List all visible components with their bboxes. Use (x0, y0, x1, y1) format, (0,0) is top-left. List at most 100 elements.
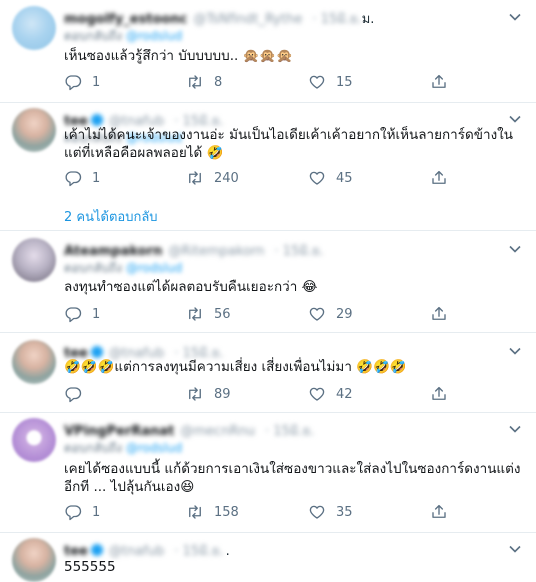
tweet-actions: 1 8 15 (64, 72, 454, 92)
reply-count: 1 (92, 504, 101, 520)
retweet-icon (189, 505, 201, 519)
retweet-button[interactable]: 89 (186, 384, 231, 404)
retweet-count: 240 (214, 170, 239, 186)
heart-icon (309, 387, 325, 401)
reply-button[interactable]: 1 (64, 72, 100, 92)
author-handle[interactable]: @Ritempakorn (168, 244, 264, 259)
tweet-time[interactable]: · 15มิ.ย. (174, 544, 223, 559)
tweet[interactable]: mogolfy_estoonc @TsNfindt_Rythe · 15มิ.ย.… (0, 0, 536, 103)
retweet-icon (189, 307, 201, 321)
reply-button[interactable]: 1 (64, 502, 100, 522)
retweet-button[interactable]: 240 (186, 168, 239, 188)
share-icon (432, 386, 446, 400)
like-count: 29 (336, 306, 353, 322)
retweet-count: 158 (214, 504, 239, 520)
retweet-count: 8 (214, 74, 223, 90)
tweet[interactable]: Ateampakorn @Ritempakorn · 15มิ.ย. ตอบกลั… (0, 230, 536, 333)
avatar[interactable] (12, 538, 56, 582)
chevron-down-icon[interactable] (508, 242, 522, 256)
reply-icon (65, 505, 82, 521)
like-count: 35 (336, 504, 353, 520)
tweet-header: tee @tnafub · 15มิ.ย.. (64, 544, 230, 559)
retweet-count: 56 (214, 306, 231, 322)
like-button[interactable]: 15 (308, 72, 353, 92)
chevron-down-icon[interactable] (508, 112, 522, 126)
tweet[interactable]: tee @tnafub · 15มิ.ย. 🤣🤣🤣แต่การลงทุนมีควา… (0, 332, 536, 413)
like-count: 15 (336, 74, 353, 90)
tweet-header: VPingPerRanat @mecnRnu · 15มิ.ย. (64, 420, 314, 439)
tweet-time[interactable]: · 15มิ.ย. (312, 12, 361, 27)
tweet[interactable]: VPingPerRanat @mecnRnu · 15มิ.ย. ตอบกลับถ… (0, 412, 536, 533)
share-icon (432, 74, 446, 88)
author-name[interactable]: tee (64, 544, 88, 559)
tweet-text: ลงทุนทำซองแต่ได้ผลตอบรับคืนเยอะกว่า 😂 (64, 279, 318, 295)
reply-count: 1 (92, 170, 101, 186)
author-handle[interactable]: @mecnRnu (180, 424, 255, 439)
share-button[interactable] (430, 502, 448, 522)
chevron-down-icon[interactable] (508, 542, 522, 556)
reply-count: 1 (92, 74, 101, 90)
heart-icon (309, 171, 325, 185)
avatar[interactable] (12, 6, 56, 50)
tweet-header: Ateampakorn @Ritempakorn · 15มิ.ย. (64, 240, 324, 259)
share-icon (432, 504, 446, 518)
chevron-down-icon[interactable] (508, 422, 522, 436)
reply-button[interactable] (64, 384, 92, 404)
reply-context: ตอบกลับถึง @rodslud (64, 261, 183, 275)
tweet[interactable]: tee @tnafub · 15มิ.ย. ตอบกลับถึง @rodslud… (0, 102, 536, 231)
tweet-text: เห็นซองแล้วรู้สึกว่า บับบบบบ.. 🙊🙊🙊 (64, 48, 293, 64)
like-button[interactable]: 35 (308, 502, 353, 522)
heart-icon (309, 307, 325, 321)
heart-icon (309, 505, 325, 519)
tweet-time[interactable]: · 15มิ.ย. (275, 244, 324, 259)
share-button[interactable] (430, 304, 448, 324)
retweet-icon (189, 171, 201, 185)
author-handle[interactable]: @TsNfindt_Rythe (193, 12, 302, 27)
tweet-time-suffix: ม. (361, 12, 375, 27)
reply-button[interactable]: 1 (64, 304, 100, 324)
mention-link[interactable]: @rodslud (126, 29, 182, 43)
share-icon (432, 170, 446, 184)
tweet-text: 🤣🤣🤣แต่การลงทุนมีความเสี่ยง เสี่ยงเพื่อนไ… (64, 359, 407, 375)
reply-icon (65, 171, 82, 187)
retweet-button[interactable]: 8 (186, 72, 222, 92)
like-count: 42 (336, 386, 353, 402)
retweet-button[interactable]: 56 (186, 304, 231, 324)
reply-count: 1 (92, 306, 101, 322)
avatar[interactable] (12, 108, 56, 152)
tweet-time[interactable]: · 15มิ.ย. (265, 424, 314, 439)
like-button[interactable]: 45 (308, 168, 353, 188)
tweet[interactable]: tee @tnafub · 15มิ.ย.. 555555 (0, 532, 536, 582)
show-replies-link[interactable]: 2 คนได้ตอบกลับ (64, 206, 158, 227)
avatar[interactable] (12, 418, 56, 462)
reply-icon (65, 75, 82, 91)
like-count: 45 (336, 170, 353, 186)
reply-context: ตอบกลับถึง @rodslud (64, 29, 183, 43)
tweet-actions: 1 240 45 (64, 168, 454, 188)
share-icon (432, 306, 446, 320)
share-button[interactable] (430, 384, 448, 404)
author-handle[interactable]: @tnafub (109, 544, 164, 559)
author-name[interactable]: VPingPerRanat (64, 424, 174, 439)
tweet-actions: 89 42 (64, 384, 454, 404)
author-name[interactable]: Ateampakorn (64, 244, 162, 259)
retweet-button[interactable]: 158 (186, 502, 239, 522)
avatar[interactable] (12, 340, 56, 384)
like-button[interactable]: 29 (308, 304, 353, 324)
avatar[interactable] (12, 238, 56, 282)
verified-badge-icon (90, 544, 103, 556)
reply-button[interactable]: 1 (64, 168, 100, 188)
retweet-count: 89 (214, 386, 231, 402)
share-button[interactable] (430, 168, 448, 188)
retweet-icon (189, 387, 201, 401)
retweet-icon (189, 75, 201, 89)
share-button[interactable] (430, 72, 448, 92)
author-name[interactable]: mogolfy_estoonc (64, 12, 187, 27)
chevron-down-icon[interactable] (508, 344, 522, 358)
like-button[interactable]: 42 (308, 384, 353, 404)
mention-link[interactable]: @rodslud (126, 261, 182, 275)
tweet-text: เค้าไม่ได้คนะเจ้าของงานอ่ะ มันเป็นไอเดีย… (64, 127, 514, 161)
mention-link[interactable]: @rodslud (126, 441, 182, 455)
chevron-down-icon[interactable] (508, 10, 522, 24)
verified-badge-icon (90, 346, 103, 358)
